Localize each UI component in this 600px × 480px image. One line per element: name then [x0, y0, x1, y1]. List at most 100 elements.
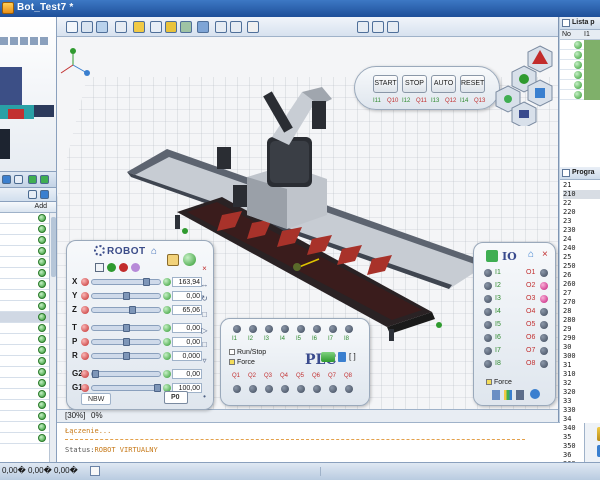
- program-line[interactable]: 290: [563, 334, 600, 343]
- program-line[interactable]: 220: [563, 208, 600, 217]
- axis-value-field[interactable]: 0,000: [172, 351, 202, 361]
- io-input-led[interactable]: [484, 360, 492, 368]
- start-button[interactable]: START: [373, 75, 398, 93]
- scroll-thumb[interactable]: [51, 217, 56, 277]
- slider-knob[interactable]: [123, 292, 130, 300]
- plc-input-led[interactable]: [329, 325, 337, 333]
- program-line[interactable]: 23: [563, 217, 600, 226]
- list-icon[interactable]: [14, 175, 23, 184]
- axis-slider[interactable]: [91, 338, 161, 346]
- increment-icon[interactable]: [163, 338, 171, 346]
- plc-input-led[interactable]: [345, 325, 353, 333]
- axis-slider[interactable]: [91, 352, 161, 360]
- io-input-led[interactable]: [484, 269, 492, 277]
- zoom-fit-icon[interactable]: [387, 21, 399, 33]
- transfer-icon[interactable]: [321, 352, 335, 362]
- add-row-icon[interactable]: [38, 236, 46, 244]
- io-grid-icon[interactable]: [516, 390, 524, 400]
- run-stop-toggle[interactable]: Run/Stop: [229, 349, 266, 356]
- add-row-icon[interactable]: [38, 434, 46, 442]
- move-side-icon[interactable]: ↔: [200, 281, 209, 289]
- axis-value-field[interactable]: 0,00: [172, 369, 202, 379]
- program-line[interactable]: 31: [563, 361, 600, 370]
- mini-tab[interactable]: NBW: [81, 393, 111, 405]
- increment-icon[interactable]: [163, 352, 171, 360]
- program-line[interactable]: 30: [563, 343, 600, 352]
- io-input-led[interactable]: [484, 334, 492, 342]
- add-row-icon[interactable]: [38, 379, 46, 387]
- view-iso-icon[interactable]: [81, 21, 93, 33]
- io-chart-icon[interactable]: [504, 390, 512, 400]
- plc-force-checkbox[interactable]: [229, 359, 235, 365]
- plc-input-led[interactable]: [297, 325, 305, 333]
- decrement-icon[interactable]: [81, 306, 89, 314]
- add-row-icon[interactable]: [38, 390, 46, 398]
- lista-row[interactable]: [560, 60, 600, 70]
- io-home-icon[interactable]: ⌂: [528, 249, 534, 260]
- auto-button[interactable]: AUTO: [431, 75, 456, 93]
- view-front-icon[interactable]: [66, 21, 78, 33]
- axis-value-field[interactable]: 0,00: [172, 291, 202, 301]
- link-icon[interactable]: [215, 21, 227, 33]
- program-line[interactable]: 300: [563, 352, 600, 361]
- add-group-icon[interactable]: [40, 175, 49, 184]
- decrement-icon[interactable]: [81, 370, 89, 378]
- enable-icon[interactable]: [183, 253, 196, 266]
- program-editor[interactable]: 21 210 22 220 23 230 24 240 25 250 26 260 27 270 28 280…: [560, 180, 600, 462]
- grid-icon[interactable]: [180, 21, 192, 33]
- play-side-icon[interactable]: ▷: [200, 327, 209, 335]
- frame-side-icon[interactable]: □: [200, 311, 209, 319]
- program-line[interactable]: 28: [563, 307, 600, 316]
- program-line[interactable]: 260: [563, 280, 600, 289]
- add-icon[interactable]: [28, 175, 37, 184]
- io-input-led[interactable]: [484, 347, 492, 355]
- decrement-icon[interactable]: [81, 324, 89, 332]
- program-line[interactable]: 22: [563, 199, 600, 208]
- close-icon[interactable]: ×: [200, 265, 209, 273]
- program-line[interactable]: 24: [563, 235, 600, 244]
- slider-knob[interactable]: [123, 338, 130, 346]
- slider-knob[interactable]: [123, 352, 130, 360]
- decrement-icon[interactable]: [81, 352, 89, 360]
- lista-row[interactable]: [560, 50, 600, 60]
- point-tab[interactable]: P0: [164, 391, 188, 404]
- add-row-icon[interactable]: [38, 291, 46, 299]
- program-line[interactable]: 210: [563, 190, 600, 199]
- program-line[interactable]: 26: [563, 271, 600, 280]
- slider-knob[interactable]: [129, 306, 136, 314]
- add-row-icon[interactable]: [38, 412, 46, 420]
- io-input-led[interactable]: [484, 295, 492, 303]
- add-row-icon[interactable]: [38, 225, 46, 233]
- io-close-icon[interactable]: ×: [542, 249, 548, 260]
- run-stop-checkbox[interactable]: [229, 349, 235, 355]
- slider-knob[interactable]: [143, 278, 150, 286]
- filter-side-icon[interactable]: ▿: [200, 357, 209, 365]
- axis-value-field[interactable]: 65,06: [172, 305, 202, 315]
- measure-icon[interactable]: [197, 21, 209, 33]
- program-line[interactable]: 25: [563, 253, 600, 262]
- rotate-side-icon[interactable]: ↻: [200, 295, 209, 303]
- stop-side-icon[interactable]: □: [200, 341, 209, 349]
- pin-icon[interactable]: •: [200, 393, 209, 401]
- add-row-icon[interactable]: [38, 302, 46, 310]
- add-row-icon[interactable]: [38, 214, 46, 222]
- program-line[interactable]: 330: [563, 406, 600, 415]
- refresh-icon[interactable]: [2, 175, 11, 184]
- plc-info-icon[interactable]: [338, 352, 346, 362]
- io-force-checkbox[interactable]: [486, 379, 492, 385]
- axis-slider[interactable]: [91, 324, 161, 332]
- add-row-icon[interactable]: [38, 335, 46, 343]
- axis-value-field[interactable]: 163,94: [172, 277, 202, 287]
- increment-icon[interactable]: [163, 306, 171, 314]
- slider-knob[interactable]: [123, 324, 130, 332]
- add-row-icon[interactable]: [38, 324, 46, 332]
- lista-row[interactable]: [560, 40, 600, 50]
- eraser-icon[interactable]: [247, 21, 259, 33]
- zoom-in-icon[interactable]: [357, 21, 369, 33]
- program-line[interactable]: 29: [563, 325, 600, 334]
- plc-input-led[interactable]: [265, 325, 273, 333]
- stop-button[interactable]: STOP: [402, 75, 427, 93]
- lista-row[interactable]: [560, 80, 600, 90]
- decrement-icon[interactable]: [81, 384, 89, 392]
- program-line[interactable]: 310: [563, 370, 600, 379]
